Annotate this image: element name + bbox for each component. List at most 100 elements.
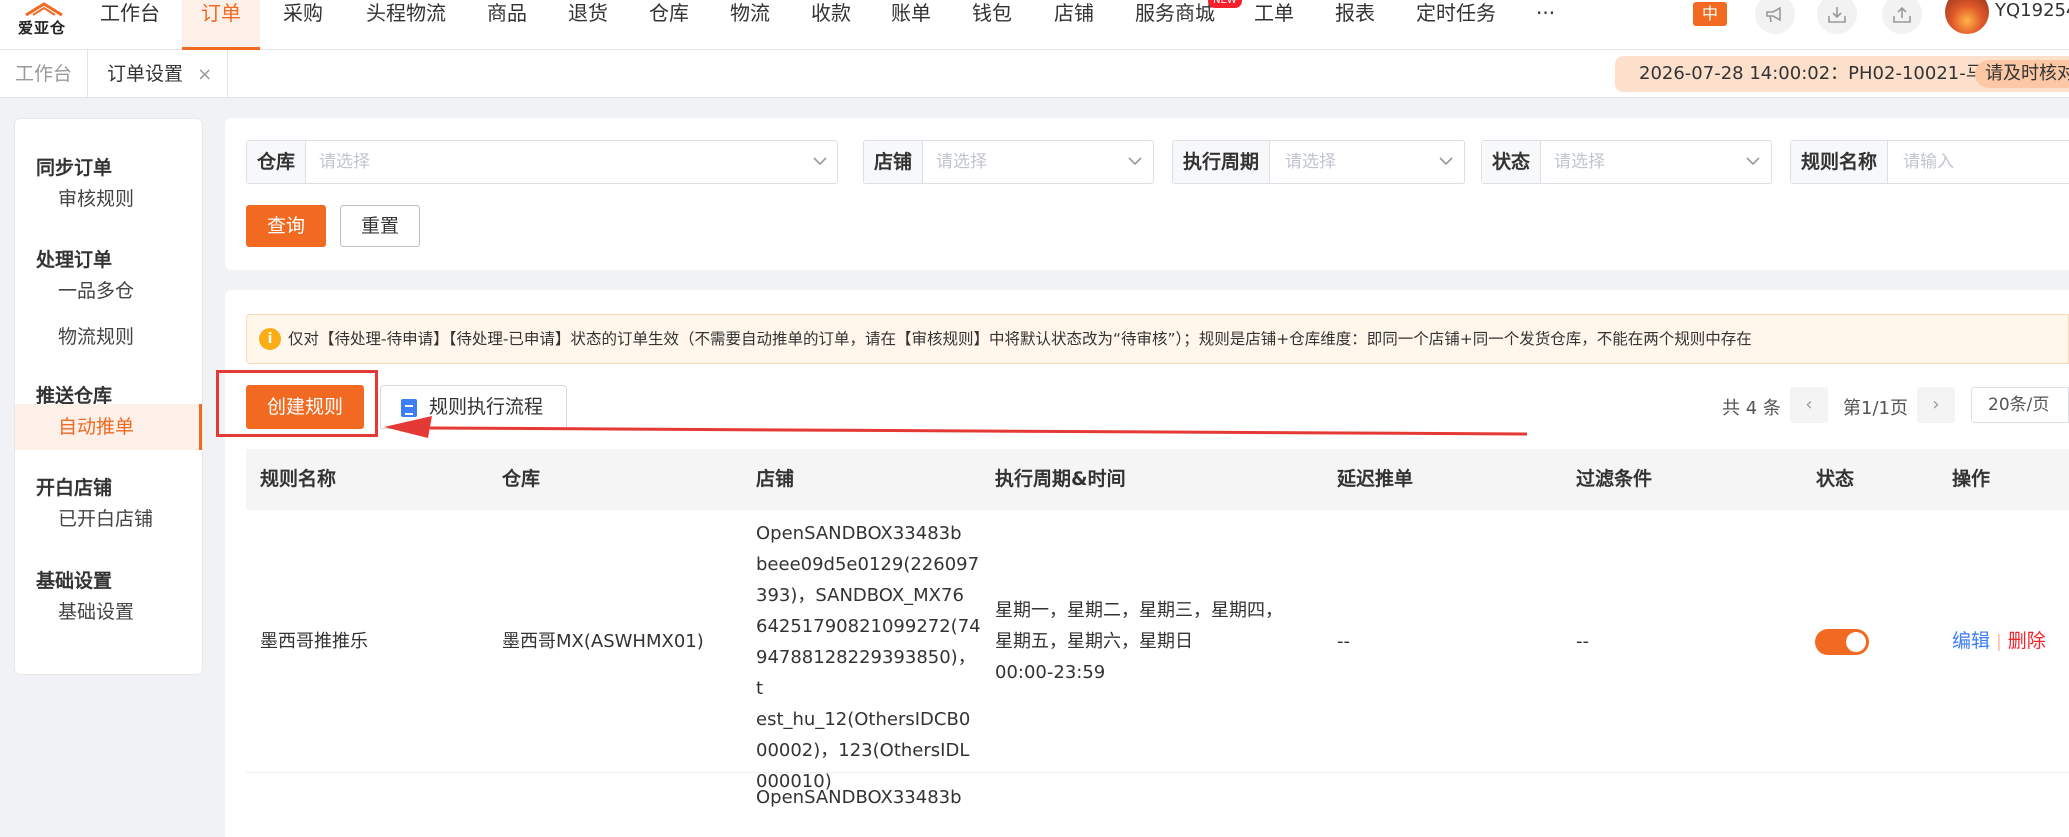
sidebar-item-basic-settings[interactable]: 基础设置	[15, 589, 202, 635]
sidebar-item-whitelisted-stores[interactable]: 已开白店铺	[15, 496, 202, 542]
tab-workbench[interactable]: 工作台	[0, 50, 89, 98]
status-placeholder: 请选择	[1554, 152, 1605, 172]
notice-marquee: 2026-07-28 14:00:02：PH02-10021-马尼拉仓 请及时核…	[1615, 56, 2069, 92]
table-header: 规则名称 仓库 店铺 执行周期&时间 延迟推单 过滤条件 状态 操作	[246, 449, 2069, 510]
nav-item-service-mall[interactable]: 服务商城	[1135, 0, 1215, 50]
cell-warehouse: 墨西哥MX(ASWHMX01)	[502, 631, 704, 652]
language-switch[interactable]: 中	[1693, 2, 1727, 26]
announcement-button[interactable]	[1755, 0, 1795, 34]
store-label: 店铺	[864, 141, 924, 183]
cell-cycle-time: 星期一，星期二，星期三，星期四， 星期五，星期六，星期日 00:00-23:59	[995, 595, 1325, 688]
store-line: OpenSANDBOX33483b	[756, 787, 962, 808]
warehouse-select[interactable]: 仓库 请选择	[246, 140, 838, 184]
cell-store: OpenSANDBOX33483b ​	[756, 782, 978, 837]
rule-flow-button[interactable]: 规则执行流程	[380, 385, 567, 429]
rule-name-placeholder: 请输入	[1903, 152, 1954, 172]
info-icon: i	[259, 328, 281, 350]
store-line-clipped: ​	[756, 813, 978, 837]
nav-item-orders[interactable]: 订单	[182, 0, 260, 50]
brand-logo[interactable]: 爱亚仓	[12, 0, 74, 44]
nav-item-stores[interactable]: 店铺	[1054, 0, 1094, 50]
cell-store: OpenSANDBOX33483b beee09d5e0129(226097 3…	[756, 518, 981, 797]
column-cycle-time: 执行周期&时间	[995, 468, 1126, 490]
edit-link[interactable]: 编辑	[1952, 630, 1990, 652]
notice-banner: i 仅对【待处理-待申请】【待处理-已申请】状态的订单生效（不需要自动推单的订单…	[246, 314, 2069, 364]
status-select[interactable]: 状态 请选择	[1481, 140, 1772, 184]
column-actions: 操作	[1952, 468, 1991, 490]
nav-item-returns[interactable]: 退货	[568, 0, 608, 50]
column-rule-name: 规则名称	[260, 468, 337, 490]
nav-item-workbench[interactable]: 工作台	[100, 0, 160, 50]
download-button[interactable]	[1817, 0, 1857, 34]
brand-name: 爱亚仓	[18, 19, 67, 37]
nav-item-collection[interactable]: 收款	[811, 0, 851, 50]
upload-button[interactable]	[1882, 0, 1922, 34]
column-status: 状态	[1816, 468, 1855, 490]
filter-panel: 仓库 请选择 店铺 请选择 执行周期 请选择 状态 请选择 规则名称 请输入 查…	[225, 118, 2069, 270]
logo-roof-icon	[25, 2, 63, 16]
rule-name-label: 规则名称	[1791, 141, 1889, 183]
settings-sidebar: 同步订单 审核规则 处理订单 一品多仓 物流规则 推送仓库 自动推单 开白店铺 …	[14, 118, 203, 675]
table-row: OpenSANDBOX33483b ​	[246, 774, 2069, 837]
chevron-down-icon	[813, 157, 827, 166]
nav-item-wallet[interactable]: 钱包	[972, 0, 1012, 50]
cell-filter: --	[1576, 631, 1589, 652]
query-button[interactable]: 查询	[246, 205, 326, 247]
chevron-down-icon	[1128, 157, 1142, 166]
cell-actions: 编辑 | 删除	[1952, 626, 2046, 658]
chevron-down-icon	[1746, 157, 1760, 166]
tab-label: 工作台	[15, 63, 73, 85]
tab-order-settings[interactable]: 订单设置 ×	[92, 50, 229, 98]
cycle-line: 00:00-23:59	[995, 662, 1106, 683]
warehouse-label: 仓库	[247, 141, 307, 183]
nav-item-tickets[interactable]: 工单	[1254, 0, 1294, 50]
rule-name-input[interactable]: 规则名称 请输入	[1790, 140, 2069, 184]
store-line: 64251790821099272(74	[756, 616, 981, 637]
sidebar-item-review-rules[interactable]: 审核规则	[15, 176, 202, 222]
store-line: OpenSANDBOX33483b	[756, 523, 962, 544]
rules-panel: i 仅对【待处理-待申请】【待处理-已申请】状态的订单生效（不需要自动推单的订单…	[225, 290, 2069, 837]
nav-item-reports[interactable]: 报表	[1335, 0, 1375, 50]
table-row: 墨西哥推推乐 墨西哥MX(ASWHMX01) OpenSANDBOX33483b…	[246, 510, 2069, 792]
nav-item-warehouse[interactable]: 仓库	[649, 0, 689, 50]
annotation-highlight-box	[216, 370, 378, 437]
column-delay-push: 延迟推单	[1337, 468, 1414, 490]
delete-link[interactable]: 删除	[2008, 630, 2046, 652]
nav-item-purchase[interactable]: 采购	[283, 0, 323, 50]
nav-item-first-leg[interactable]: 头程物流	[366, 0, 446, 50]
document-icon	[401, 399, 417, 417]
nav-item-products[interactable]: 商品	[487, 0, 527, 50]
rule-flow-label: 规则执行流程	[429, 396, 544, 418]
pager-next-button[interactable]: ›	[1917, 387, 1955, 423]
reset-button[interactable]: 重置	[340, 205, 420, 247]
status-toggle[interactable]	[1815, 629, 1869, 655]
nav-item-bills[interactable]: 账单	[891, 0, 931, 50]
nav-more-icon[interactable]: ···	[1536, 0, 1555, 50]
chevron-down-icon	[1439, 157, 1453, 166]
megaphone-icon	[1766, 6, 1781, 23]
upload-icon	[1893, 6, 1911, 23]
tab-label: 订单设置	[107, 63, 184, 85]
cycle-label: 执行周期	[1173, 141, 1271, 183]
column-warehouse: 仓库	[502, 468, 541, 490]
pager-total: 共 4 条	[1722, 398, 1781, 419]
tab-strip: 工作台 订单设置 × 2026-07-28 14:00:02：PH02-1002…	[0, 50, 2069, 98]
sidebar-item-logistics-rules[interactable]: 物流规则	[15, 314, 202, 360]
action-divider: |	[1996, 632, 2002, 652]
pager-prev-button[interactable]: ‹	[1790, 387, 1828, 423]
cycle-select[interactable]: 执行周期 请选择	[1172, 140, 1465, 184]
username[interactable]: YQ19254	[1995, 0, 2069, 21]
top-nav: 爱亚仓 工作台 订单 采购 头程物流 商品 退货 仓库 物流 收款 账单 钱包 …	[0, 0, 2069, 50]
store-placeholder: 请选择	[936, 152, 987, 172]
sidebar-item-auto-push[interactable]: 自动推单	[15, 404, 202, 450]
sidebar-item-multi-warehouse[interactable]: 一品多仓	[15, 268, 202, 314]
user-avatar[interactable]	[1945, 0, 1989, 34]
close-icon[interactable]: ×	[197, 64, 212, 85]
store-select[interactable]: 店铺 请选择	[863, 140, 1154, 184]
nav-item-logistics[interactable]: 物流	[730, 0, 770, 50]
page-size-select[interactable]: 20条/页	[1971, 387, 2069, 423]
cycle-line: 星期五，星期六，星期日	[995, 631, 1193, 652]
nav-item-scheduled-tasks[interactable]: 定时任务	[1416, 0, 1496, 50]
marquee-action-button[interactable]: 请及时核对	[1975, 60, 2069, 88]
notice-text: 仅对【待处理-待申请】【待处理-已申请】状态的订单生效（不需要自动推单的订单，请…	[288, 330, 1752, 348]
